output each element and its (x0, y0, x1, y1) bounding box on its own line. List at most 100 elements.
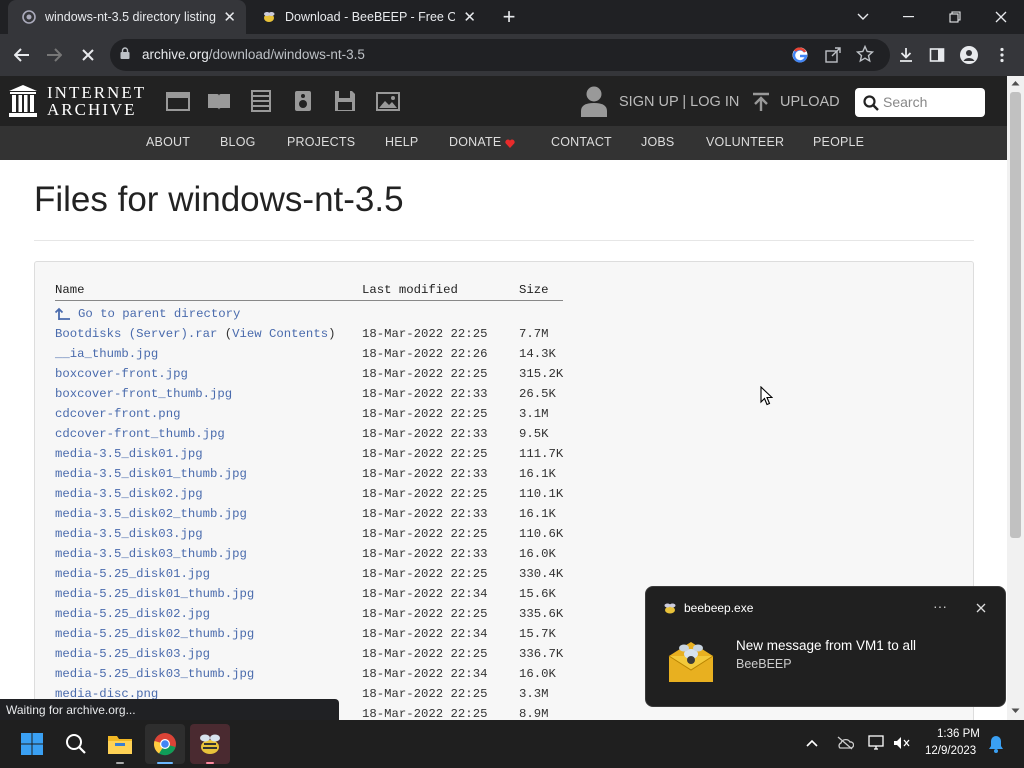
table-row: media-3.5_disk01_thumb.jpg 18-Mar-2022 22… (35, 467, 935, 487)
file-link[interactable]: media-3.5_disk01_thumb.jpg (55, 467, 247, 481)
notification-close-icon[interactable] (976, 603, 986, 613)
nav-donate[interactable]: DONATE (449, 135, 501, 149)
nav-projects[interactable]: PROJECTS (287, 135, 355, 149)
file-link[interactable]: cdcover-front.png (55, 407, 180, 421)
tab-archive[interactable]: windows-nt-3.5 directory listing ✕ (8, 0, 246, 34)
nav-jobs[interactable]: JOBS (641, 135, 674, 149)
chrome-menu-icon[interactable] (989, 42, 1015, 68)
close-tab-icon[interactable]: ✕ (223, 8, 236, 26)
share-icon[interactable] (824, 46, 842, 69)
file-name[interactable]: Bootdisks (Server).rar (55, 327, 217, 341)
close-window-icon[interactable] (978, 0, 1024, 34)
file-link[interactable]: cdcover-front_thumb.jpg (55, 427, 225, 441)
user-avatar-icon[interactable] (580, 85, 608, 117)
clock-time[interactable]: 1:36 PM (937, 728, 980, 740)
file-modified: 18-Mar-2022 22:25 (362, 407, 488, 421)
clock-date[interactable]: 12/9/2023 (925, 745, 976, 757)
column-header-size[interactable]: Size (519, 283, 549, 297)
file-link[interactable]: media-3.5_disk02.jpg (55, 487, 203, 501)
downloads-icon[interactable] (893, 42, 919, 68)
scrollbar-thumb[interactable] (1010, 92, 1021, 538)
column-header-name[interactable]: Name (55, 283, 85, 297)
new-tab-button[interactable]: + (492, 0, 526, 34)
scroll-up-icon[interactable] (1011, 80, 1020, 86)
url-text[interactable]: archive.org/download/windows-nt-3.5 (142, 47, 365, 62)
chrome-taskbar-button[interactable] (145, 724, 185, 764)
profile-avatar-icon[interactable] (956, 42, 982, 68)
nav-volunteer[interactable]: VOLUNTEER (706, 135, 784, 149)
tab-beebeep[interactable]: Download - BeeBEEP - Free Offic ✕ (248, 0, 486, 34)
notification-toast[interactable]: beebeep.exe ··· New message from VM1 to … (645, 586, 1006, 707)
nav-contact[interactable]: CONTACT (551, 135, 612, 149)
file-link[interactable]: media-3.5_disk03.jpg (55, 527, 203, 541)
ia-logo-text[interactable]: INTERNET ARCHIVE (47, 84, 146, 118)
images-photo-icon[interactable] (376, 90, 400, 112)
file-link[interactable]: media-3.5_disk03_thumb.jpg (55, 547, 247, 561)
stop-loading-icon[interactable] (75, 42, 101, 68)
page-scrollbar[interactable] (1007, 76, 1024, 720)
signup-login-link[interactable]: SIGN UP | LOG IN (619, 94, 739, 110)
upload-link[interactable]: UPLOAD (780, 94, 840, 110)
back-icon[interactable] (9, 42, 35, 68)
file-explorer-button[interactable] (100, 724, 140, 764)
nav-help[interactable]: HELP (385, 135, 418, 149)
volume-muted-icon[interactable] (893, 736, 911, 750)
file-link[interactable]: media-5.25_disk03.jpg (55, 647, 210, 661)
column-header-modified[interactable]: Last modified (362, 283, 458, 297)
show-hidden-icons-chevron-icon[interactable] (806, 739, 818, 747)
ia-logo-icon[interactable] (9, 85, 37, 117)
file-link[interactable]: media-3.5_disk02_thumb.jpg (55, 507, 247, 521)
forward-icon[interactable] (41, 42, 67, 68)
beebeep-taskbar-button[interactable] (190, 724, 230, 764)
notification-more-button[interactable]: ··· (933, 598, 947, 614)
address-bar[interactable]: archive.org/download/windows-nt-3.5 (110, 39, 890, 71)
view-contents-link[interactable]: View Contents (232, 327, 328, 341)
taskbar-search-button[interactable] (56, 724, 96, 764)
side-panel-icon[interactable] (924, 42, 950, 68)
upload-icon[interactable] (751, 92, 771, 112)
parent-directory-link[interactable]: Go to parent directory (78, 307, 240, 321)
texts-book-icon[interactable] (207, 90, 231, 112)
file-link[interactable]: media-5.25_disk02_thumb.jpg (55, 627, 254, 641)
header-divider (55, 300, 563, 301)
lock-icon[interactable] (120, 47, 130, 59)
file-link[interactable]: media-5.25_disk01.jpg (55, 567, 210, 581)
start-button[interactable] (12, 724, 52, 764)
file-link[interactable]: media-5.25_disk02.jpg (55, 607, 210, 621)
table-row: media-3.5_disk02.jpg 18-Mar-2022 22:25 110… (35, 487, 935, 507)
scroll-down-icon[interactable] (1011, 708, 1020, 714)
network-icon[interactable] (868, 735, 886, 751)
audio-speaker-icon[interactable] (291, 90, 315, 112)
file-size: 8.9M (519, 707, 549, 720)
web-archive-icon[interactable] (166, 90, 190, 112)
file-size: 9.5K (519, 427, 549, 441)
tab-search-icon[interactable] (840, 0, 886, 34)
software-floppy-icon[interactable] (333, 90, 357, 112)
file-link[interactable]: Bootdisks (Server).rar (View Contents) (55, 327, 335, 341)
onedrive-offline-icon[interactable] (836, 736, 854, 750)
file-link[interactable]: __ia_thumb.jpg (55, 347, 158, 361)
close-tab-icon[interactable]: ✕ (463, 8, 476, 26)
parent-directory-arrow-icon[interactable] (55, 307, 71, 321)
nav-about[interactable]: ABOUT (146, 135, 190, 149)
file-link[interactable]: boxcover-front.jpg (55, 367, 188, 381)
beebeep-favicon-icon (262, 10, 276, 24)
video-film-icon[interactable] (249, 90, 273, 112)
file-link[interactable]: media-5.25_disk01_thumb.jpg (55, 587, 254, 601)
file-link[interactable]: media-3.5_disk01.jpg (55, 447, 203, 461)
file-link[interactable]: boxcover-front_thumb.jpg (55, 387, 232, 401)
notification-bell-icon[interactable] (988, 735, 1004, 753)
restore-icon[interactable] (932, 0, 978, 34)
chrome-logo-icon (153, 733, 176, 756)
parent-directory-row[interactable]: Go to parent directory (35, 307, 935, 327)
nav-people[interactable]: PEOPLE (813, 135, 864, 149)
ia-search-input[interactable]: Search (855, 88, 985, 117)
app-running-indicator (116, 762, 124, 764)
donate-heart-icon[interactable] (505, 139, 515, 148)
google-lens-icon[interactable] (791, 46, 809, 69)
nav-blog[interactable]: BLOG (220, 135, 256, 149)
app-active-indicator (157, 762, 173, 764)
file-link[interactable]: media-5.25_disk03_thumb.jpg (55, 667, 254, 681)
minimize-icon[interactable] (886, 0, 932, 34)
bookmark-star-icon[interactable] (855, 44, 875, 68)
